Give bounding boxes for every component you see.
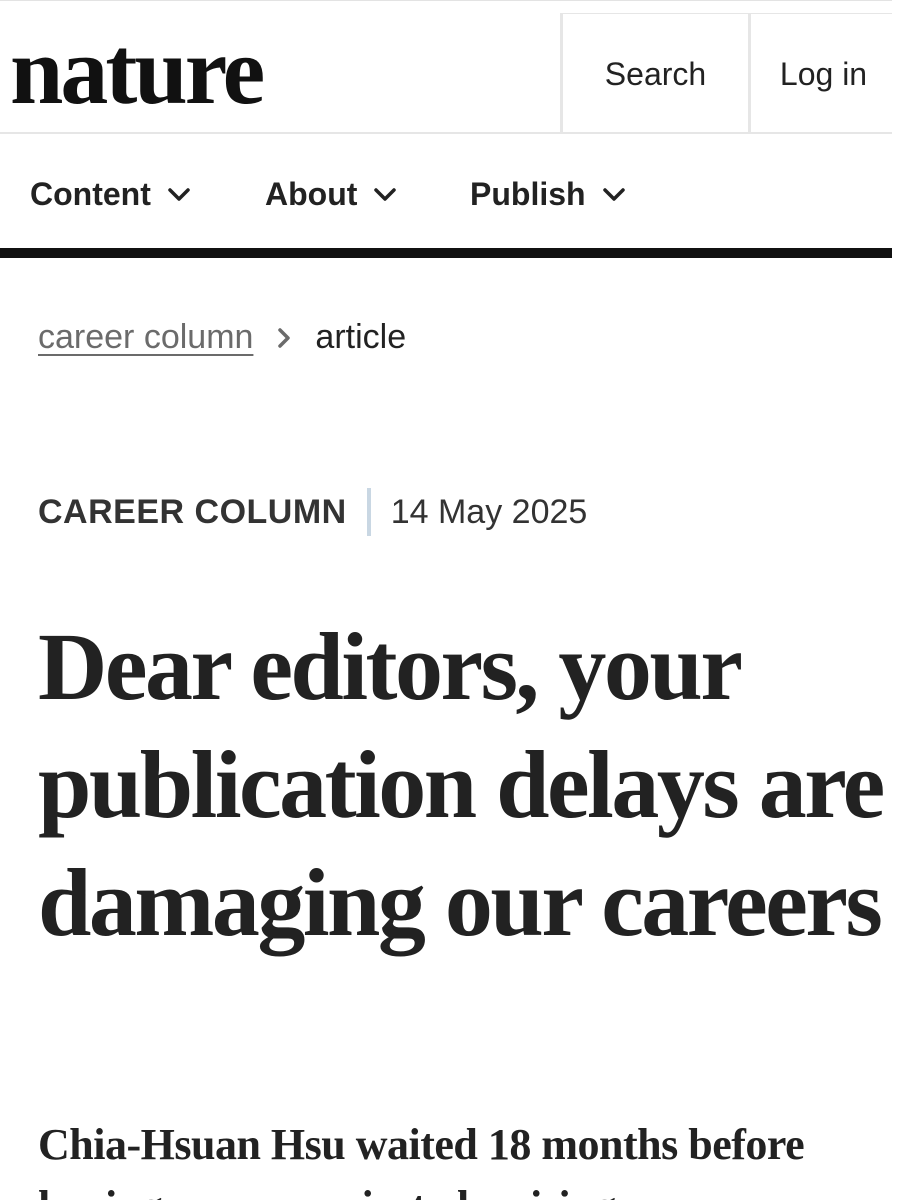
login-button[interactable]: Log in <box>748 13 892 134</box>
article-date: 14 May 2025 <box>390 492 588 531</box>
nav-item-label: Publish <box>470 176 586 212</box>
page: nature Search Log in Content About Publi… <box>0 0 900 1200</box>
nav-item-publish[interactable]: Publish <box>470 176 626 213</box>
article-type: CAREER COLUMN <box>38 492 347 531</box>
nav-item-label: About <box>265 176 358 212</box>
breadcrumb: career column article <box>38 318 406 357</box>
site-header: nature Search Log in <box>0 0 892 134</box>
main-nav: Content About Publish <box>0 136 892 258</box>
chevron-down-icon <box>374 187 397 201</box>
nature-logo[interactable]: nature <box>10 23 265 119</box>
breadcrumb-link-career-column[interactable]: career column <box>38 318 253 357</box>
article-standfirst: Chia-Hsuan Hsu waited 18 months before h… <box>38 1120 805 1200</box>
chevron-down-icon <box>602 187 625 201</box>
article-title: Dear editors, your publication delays ar… <box>38 613 885 956</box>
nav-item-content[interactable]: Content <box>30 176 191 213</box>
search-button[interactable]: Search <box>560 13 748 134</box>
nav-item-label: Content <box>30 176 151 212</box>
meta-divider <box>366 488 371 536</box>
chevron-down-icon <box>168 187 190 201</box>
nav-item-about[interactable]: About <box>265 176 397 213</box>
article-meta: CAREER COLUMN 14 May 2025 <box>38 488 587 536</box>
chevron-right-icon <box>278 327 291 348</box>
breadcrumb-current: article <box>315 318 407 356</box>
